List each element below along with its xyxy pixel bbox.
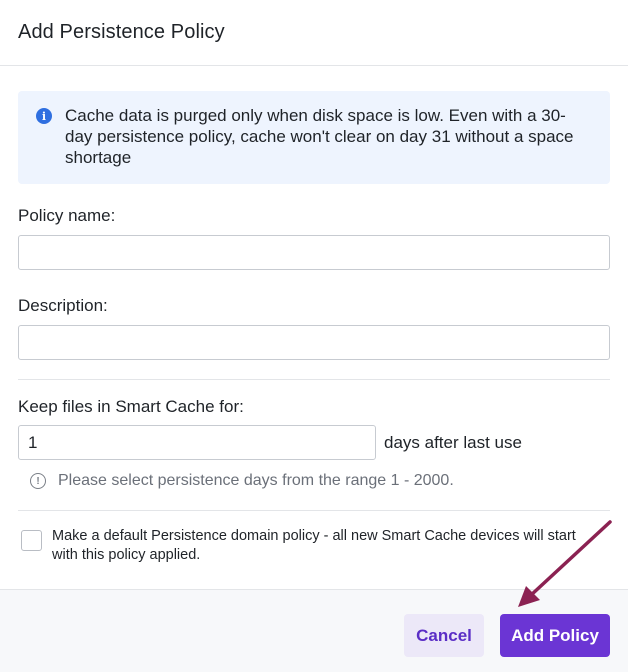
section-divider xyxy=(18,379,610,380)
cancel-button[interactable]: Cancel xyxy=(404,614,484,657)
default-policy-checkbox[interactable] xyxy=(21,530,42,551)
keep-days-label: Keep files in Smart Cache for: xyxy=(18,397,244,416)
policy-name-label: Policy name: xyxy=(18,206,116,225)
info-message: Cache data is purged only when disk spac… xyxy=(65,106,574,167)
keep-days-suffix: days after last use xyxy=(384,433,522,452)
description-label: Description: xyxy=(18,296,108,315)
default-policy-label: Make a default Persistence domain policy… xyxy=(52,528,576,563)
add-policy-button[interactable]: Add Policy xyxy=(500,614,610,657)
section-divider xyxy=(18,510,610,511)
dialog-title: Add Persistence Policy xyxy=(18,21,225,43)
description-input[interactable] xyxy=(18,325,610,360)
keep-days-hint-text: Please select persistence days from the … xyxy=(58,472,454,489)
info-banner: i Cache data is purged only when disk sp… xyxy=(18,91,610,184)
keep-days-hint: ! Please select persistence days from th… xyxy=(30,472,454,490)
info-icon: i xyxy=(36,108,52,124)
keep-days-input[interactable] xyxy=(18,425,376,460)
dialog-header: Add Persistence Policy xyxy=(0,0,628,66)
policy-name-input[interactable] xyxy=(18,235,610,270)
alert-circle-icon: ! xyxy=(30,473,46,489)
